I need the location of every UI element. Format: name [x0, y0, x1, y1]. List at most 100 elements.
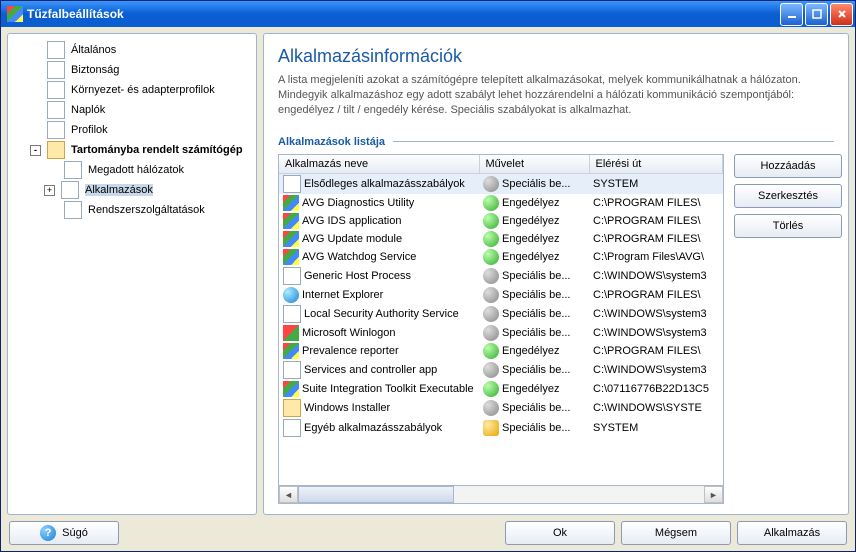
table-row[interactable]: AVG IDS applicationEngedélyezC:\PROGRAM …	[279, 212, 723, 230]
delete-button[interactable]: Törlés	[734, 214, 842, 238]
apply-button[interactable]: Alkalmazás	[737, 521, 847, 545]
table-row[interactable]: Internet ExplorerSpeciális be...C:\PROGR…	[279, 286, 723, 304]
app-table-container[interactable]: Alkalmazás neve Művelet Elérési út Elsőd…	[278, 154, 724, 486]
cell-action: Engedélyez	[502, 344, 560, 356]
tree-item-applications[interactable]: +Alkalmazások	[12, 180, 252, 200]
client-area: Általános Biztonság Környezet- és adapte…	[1, 27, 855, 551]
cell-action: Engedélyez	[502, 382, 560, 394]
col-path[interactable]: Elérési út	[589, 155, 723, 174]
cell-name: Local Security Authority Service	[304, 307, 459, 319]
table-row[interactable]: Elsődleges alkalmazásszabályokSpeciális …	[279, 173, 723, 194]
action-allow-icon	[483, 249, 499, 265]
cell-path: C:\WINDOWS\system3	[589, 324, 723, 342]
table-row[interactable]: Services and controller appSpeciális be.…	[279, 360, 723, 380]
scroll-thumb[interactable]	[298, 486, 454, 503]
table-row[interactable]: Egyéb alkalmazásszabályok Speciális be...…	[279, 418, 723, 438]
cell-path: C:\WINDOWS\SYSTE	[589, 398, 723, 418]
tree-label: Naplók	[71, 104, 105, 116]
maximize-button[interactable]	[805, 3, 828, 26]
scroll-track[interactable]	[298, 486, 704, 503]
tree-label: Tartományba rendelt számítógép	[71, 144, 243, 156]
tree-item-system-services[interactable]: Rendszerszolgáltatások	[12, 200, 252, 220]
cell-name: AVG Diagnostics Utility	[302, 196, 414, 208]
action-allow-icon	[483, 381, 499, 397]
scroll-right-button[interactable]: ►	[704, 486, 723, 503]
edit-button[interactable]: Szerkesztés	[734, 184, 842, 208]
cell-path: C:\Program Files\AVG\	[589, 248, 723, 266]
action-gear-icon	[483, 362, 499, 378]
scroll-left-button[interactable]: ◄	[279, 486, 298, 503]
cell-name: Suite Integration Toolkit Executable	[302, 382, 474, 394]
tree-item-profiles[interactable]: Profilok	[12, 120, 252, 140]
window-title: Tűzfalbeállítások	[27, 7, 780, 21]
col-action[interactable]: Művelet	[479, 155, 589, 174]
cell-name: Services and controller app	[304, 363, 437, 375]
table-row[interactable]: AVG Diagnostics Utility Engedélyez C:\PROG…	[279, 194, 723, 212]
add-button[interactable]: Hozzáadás	[734, 154, 842, 178]
app-table[interactable]: Alkalmazás neve Művelet Elérési út Elsőd…	[279, 155, 723, 438]
divider	[393, 141, 834, 142]
page-icon	[64, 161, 82, 179]
tree-item-profiles-adapters[interactable]: Környezet- és adapterprofilok	[12, 80, 252, 100]
cell-name: Egyéb alkalmazásszabályok	[304, 421, 442, 433]
ie-icon	[283, 287, 299, 303]
cell-path: SYSTEM	[589, 418, 723, 438]
expand-icon[interactable]: +	[44, 185, 55, 196]
table-row[interactable]: Suite Integration Toolkit Executable Enge…	[279, 380, 723, 398]
main-area: Általános Biztonság Környezet- és adapte…	[7, 33, 849, 515]
collapse-icon[interactable]: -	[30, 145, 41, 156]
ok-button[interactable]: Ok	[505, 521, 615, 545]
table-row[interactable]: Microsoft WinlogonSpeciális be...C:\WIND…	[279, 324, 723, 342]
tree-item-defined-networks[interactable]: Megadott hálózatok	[12, 160, 252, 180]
close-button[interactable]	[830, 3, 853, 26]
subheading-row: Alkalmazások listája	[278, 136, 834, 148]
cell-action: Engedélyez	[502, 196, 560, 208]
help-button[interactable]: ? Súgó	[9, 521, 119, 545]
avg-icon	[283, 231, 299, 247]
table-row[interactable]: AVG Update moduleEngedélyezC:\PROGRAM FI…	[279, 230, 723, 248]
nav-tree-panel[interactable]: Általános Biztonság Környezet- és adapte…	[7, 33, 257, 515]
table-row[interactable]: Generic Host ProcessSpeciális be...C:\WI…	[279, 266, 723, 286]
footer: ? Súgó Ok Mégsem Alkalmazás	[7, 521, 849, 545]
app-icon	[283, 361, 301, 379]
tree-item-domain-computer[interactable]: - Tartományba rendelt számítógép	[12, 140, 252, 160]
tree-label: Profilok	[71, 124, 108, 136]
cell-action: Speciális be...	[502, 421, 570, 433]
cell-path: C:\PROGRAM FILES\	[589, 194, 723, 212]
rule-icon	[283, 419, 301, 437]
cell-action: Engedélyez	[502, 214, 560, 226]
cell-name: Prevalence reporter	[302, 344, 399, 356]
titlebar[interactable]: Tűzfalbeállítások	[1, 1, 855, 27]
horizontal-scrollbar[interactable]: ◄ ►	[278, 486, 724, 504]
cell-name: AVG IDS application	[302, 214, 401, 226]
cell-action: Speciális be...	[502, 401, 570, 413]
table-row[interactable]: Windows InstallerSpeciális be...C:\WINDO…	[279, 398, 723, 418]
wininst-icon	[283, 399, 301, 417]
cell-path: SYSTEM	[589, 173, 723, 194]
tree-item-general[interactable]: Általános	[12, 40, 252, 60]
cell-path: C:\WINDOWS\system3	[589, 360, 723, 380]
page-description: A lista megjeleníti azokat a számítógépr…	[278, 73, 834, 118]
cell-name: Elsődleges alkalmazásszabályok	[304, 177, 465, 189]
cell-path: C:\07116776B22D13C5	[589, 380, 723, 398]
table-row[interactable]: Local Security Authority ServiceSpeciáli…	[279, 304, 723, 324]
tree-label: Általános	[71, 44, 116, 56]
table-wrap: Alkalmazás neve Művelet Elérési út Elsőd…	[278, 154, 724, 504]
tree-item-logs[interactable]: Naplók	[12, 100, 252, 120]
minimize-button[interactable]	[780, 3, 803, 26]
cell-path: C:\PROGRAM FILES\	[589, 286, 723, 304]
subheading: Alkalmazások listája	[278, 136, 385, 148]
computer-icon	[47, 141, 65, 159]
page-icon	[47, 101, 65, 119]
action-allow-icon	[483, 213, 499, 229]
cell-name: Microsoft Winlogon	[302, 326, 396, 338]
cancel-button[interactable]: Mégsem	[621, 521, 731, 545]
avg-icon	[283, 249, 299, 265]
tree-item-security[interactable]: Biztonság	[12, 60, 252, 80]
col-name[interactable]: Alkalmazás neve	[279, 155, 479, 174]
table-header-row[interactable]: Alkalmazás neve Művelet Elérési út	[279, 155, 723, 174]
table-row[interactable]: Prevalence reporterEngedélyezC:\PROGRAM …	[279, 342, 723, 360]
list-area: Alkalmazás neve Művelet Elérési út Elsőd…	[278, 154, 834, 504]
table-row[interactable]: AVG Watchdog ServiceEngedélyezC:\Program…	[279, 248, 723, 266]
nav-tree[interactable]: Általános Biztonság Környezet- és adapte…	[12, 40, 252, 220]
